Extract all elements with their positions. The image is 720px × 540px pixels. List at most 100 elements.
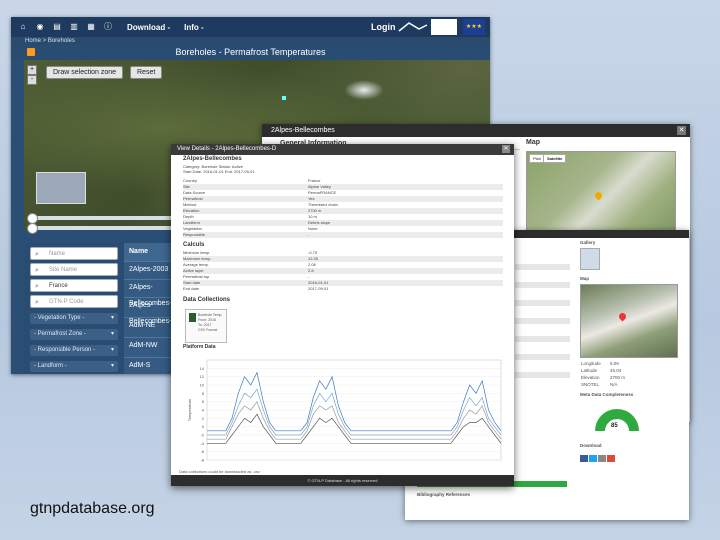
terrain-map[interactable]: Plan Satellite: [526, 151, 676, 235]
breadcrumb[interactable]: Home > Boreholes: [11, 37, 490, 45]
email-icon[interactable]: [598, 455, 606, 462]
view-details-popup: View Details - 2Alpes-Bellecombes-D ✕ 2A…: [171, 144, 514, 486]
y-tick-label: -6: [200, 449, 204, 454]
responsible-person-select[interactable]: - Responsible Person - ▾: [30, 345, 118, 356]
file-icon: [189, 313, 196, 322]
dl-line: To: 2017: [198, 323, 212, 327]
info-row: [515, 264, 570, 270]
gauge-value: 85: [611, 423, 618, 429]
property-value: 2017-09-01: [308, 286, 329, 291]
globe-icon[interactable]: ◉: [35, 22, 45, 32]
layers-icon[interactable]: ▤: [52, 22, 62, 32]
map-heading: Map: [580, 276, 589, 281]
chevron-down-icon: ▾: [110, 315, 114, 321]
eu-flag-logo: ★★★: [463, 19, 485, 35]
alps-snow: [344, 80, 384, 100]
popup-title: View Details - 2Alpes-Bellecombes-D: [171, 144, 514, 155]
gallery-heading: Gallery: [580, 240, 596, 245]
info-row: [515, 372, 570, 378]
top-navbar: ⌂ ◉ ▤ ▥ ▦ ⓘ Download - Info - Login ★★★: [11, 17, 490, 37]
property-key: End date: [183, 286, 200, 291]
site-name-filter-input[interactable]: ⌕ Site Name: [30, 263, 118, 276]
y-tick-label: 0: [202, 424, 205, 429]
chart-icon[interactable]: ▥: [69, 22, 79, 32]
info-key: SNOTEL: [581, 382, 600, 387]
temperature-chart[interactable]: -8 -6 -4 -2 0 2 4 6 8 10 12 14 Temperature: [185, 352, 507, 472]
property-key: Responsible: [183, 232, 206, 237]
y-tick-label: 12: [200, 374, 205, 379]
info-icon[interactable]: ⓘ: [103, 22, 113, 32]
satellite-map-small[interactable]: [580, 284, 678, 358]
property-value: -: [308, 232, 310, 237]
info-value: 2700 m: [610, 375, 626, 380]
window-title: 2Alpes-Bellecombes: [262, 124, 690, 137]
country-filter-input[interactable]: ⌕ France: [30, 279, 118, 292]
platform-heading: Platform Data: [183, 344, 216, 350]
references-heading: Bibliography References: [417, 492, 471, 497]
close-icon[interactable]: ✕: [502, 145, 510, 153]
search-icon: ⌕: [35, 299, 39, 306]
y-axis-label: Temperature: [187, 398, 192, 421]
search-icon: ⌕: [35, 251, 39, 258]
y-tick-label: -4: [200, 441, 204, 446]
y-tick-label: 8: [202, 391, 205, 396]
location-pin-icon[interactable]: [593, 190, 604, 201]
zoom-in-button[interactable]: +: [27, 65, 37, 75]
site-url-caption: gtnpdatabase.org: [30, 500, 155, 517]
name-filter-input[interactable]: ⌕ Name: [30, 247, 118, 260]
map-tab-satellite[interactable]: Satellite: [543, 154, 567, 163]
info-row: [515, 318, 570, 324]
google-plus-icon[interactable]: [607, 455, 615, 462]
search-icon: ⌕: [35, 267, 39, 274]
info-row: [515, 336, 570, 342]
close-icon[interactable]: ✕: [677, 126, 686, 135]
y-tick-label: 2: [202, 416, 205, 421]
location-pin-icon[interactable]: [617, 311, 628, 322]
home-icon[interactable]: ⌂: [18, 22, 28, 32]
zoom-out-button[interactable]: -: [27, 75, 37, 85]
download-menu[interactable]: Download -: [127, 23, 170, 32]
grid-icon[interactable]: ▦: [86, 22, 96, 32]
data-collection-card[interactable]: Borehole Temp. From: 2016 To: 2017 CSV F…: [185, 309, 227, 343]
reset-button[interactable]: Reset: [130, 66, 163, 79]
y-tick-label: 14: [200, 366, 205, 371]
footer-note: Data collections could be downloaded as …: [179, 469, 260, 474]
info-value: N/A: [610, 382, 618, 387]
summary-line: Start Date: 2016-01-01 End: 2017-09-01: [183, 169, 255, 174]
vegetation-select[interactable]: - Vegetation Type - ▾: [30, 313, 118, 324]
slider-knob[interactable]: [27, 223, 38, 234]
y-tick-label: 4: [202, 408, 205, 413]
rss-icon[interactable]: [27, 48, 35, 56]
info-row: [515, 354, 570, 360]
chevron-down-icon: ▾: [110, 347, 114, 353]
property-row: Responsible -: [183, 232, 503, 238]
login-link[interactable]: Login: [371, 22, 396, 32]
info-key: Latitude: [581, 368, 598, 373]
chevron-down-icon: ▾: [110, 363, 114, 369]
info-value: 45.04: [610, 368, 622, 373]
map-marker[interactable]: [282, 96, 286, 100]
chart-svg: -8 -6 -4 -2 0 2 4 6 8 10 12 14 Temperature: [187, 359, 502, 463]
popup-footer: © GTN-P Database - All rights reserved: [171, 475, 514, 486]
info-row: [515, 282, 570, 288]
gallery-thumbnail[interactable]: [580, 248, 600, 270]
y-tick-label: -2: [200, 433, 204, 438]
overview-minimap[interactable]: [36, 172, 86, 204]
arctic-portal-logo: [397, 19, 429, 35]
info-menu[interactable]: Info -: [184, 23, 204, 32]
chevron-down-icon: ▾: [110, 331, 114, 337]
twitter-icon[interactable]: [589, 455, 597, 462]
facebook-icon[interactable]: [580, 455, 588, 462]
gtnp-logo: [431, 19, 457, 35]
search-icon: ⌕: [35, 283, 39, 290]
info-row: [515, 300, 570, 306]
landform-select[interactable]: - Landform - ▾: [30, 361, 118, 372]
data-collections-heading: Data Collections: [183, 297, 231, 303]
dl-line: From: 2016: [198, 318, 216, 322]
info-key: Longitude: [581, 361, 601, 366]
permafrost-zone-select[interactable]: - Permafrost Zone - ▾: [30, 329, 118, 340]
draw-selection-button[interactable]: Draw selection zone: [46, 66, 124, 79]
gtnp-code-filter-input[interactable]: ⌕ GTN-P Code: [30, 295, 118, 308]
filter-panel: ⌕ Name ⌕ Site Name ⌕ France ⌕ GTN-P Code…: [24, 243, 124, 374]
info-key: Elevation: [581, 375, 600, 380]
